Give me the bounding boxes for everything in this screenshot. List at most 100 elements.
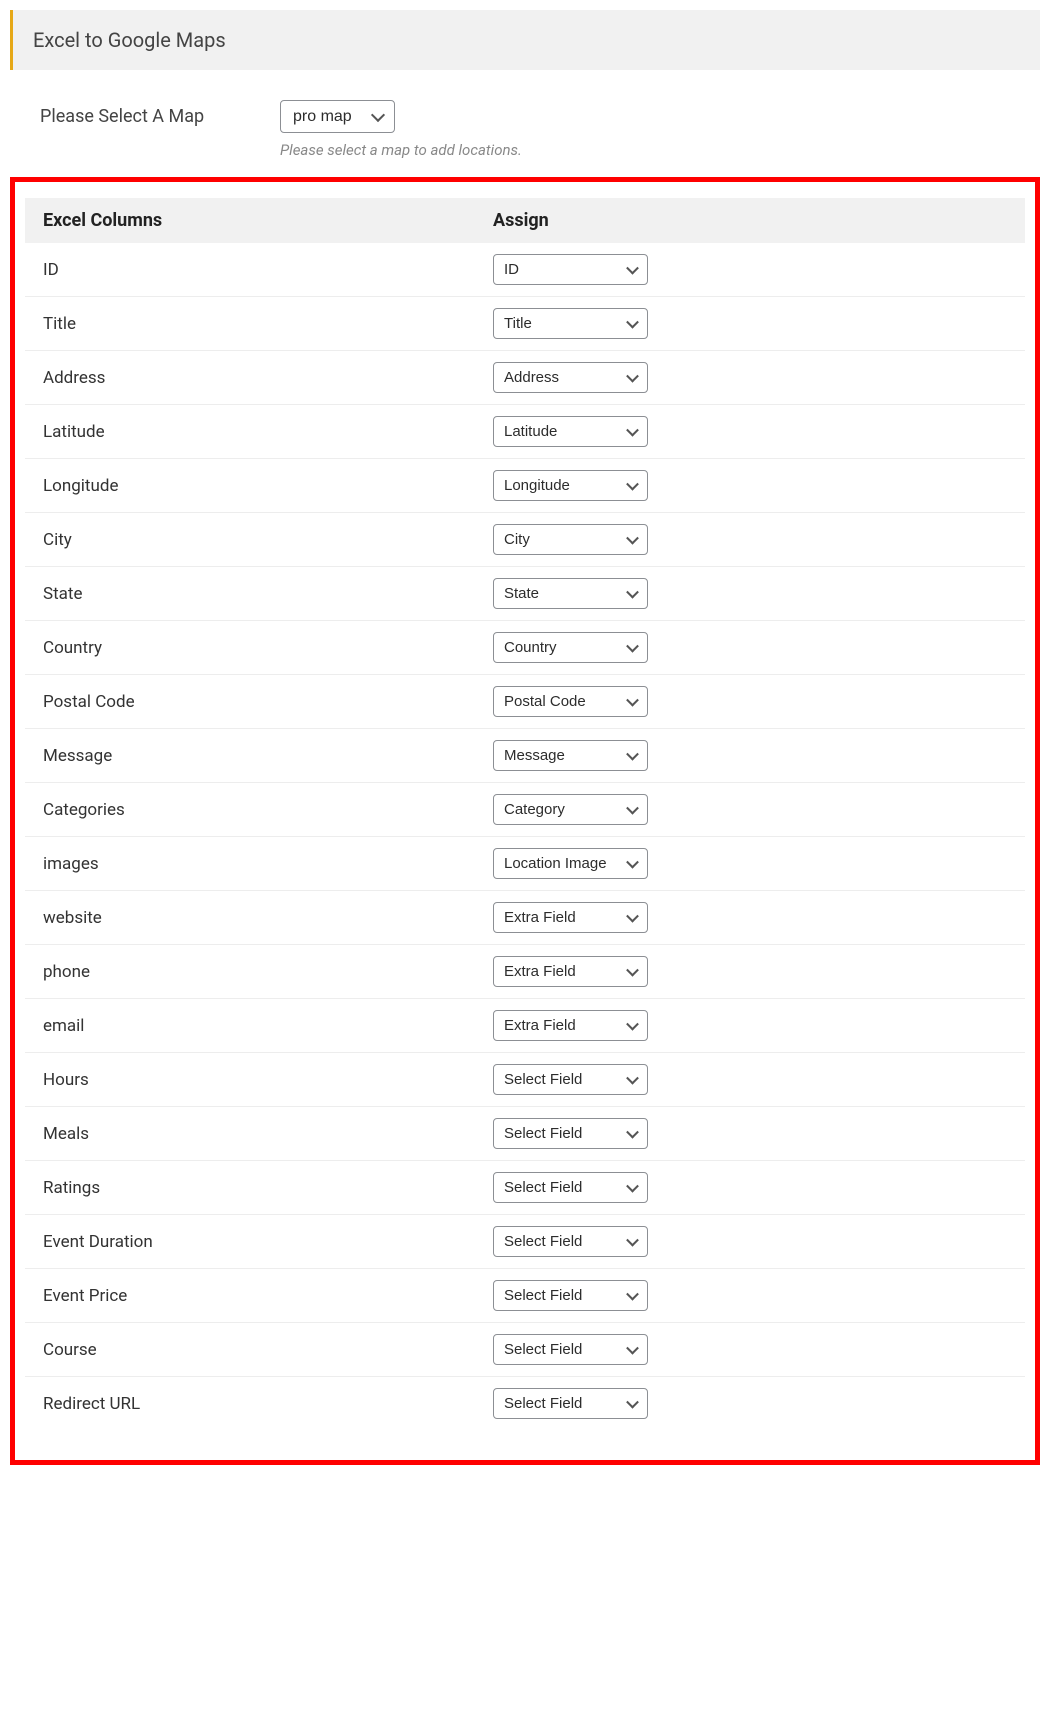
assign-select[interactable]: Extra Field [493, 956, 648, 987]
column-header-assign: Assign [475, 198, 1025, 243]
assign-cell: State [475, 567, 1025, 621]
excel-column-cell: Course [25, 1323, 475, 1377]
assign-select[interactable]: Select Field [493, 1118, 648, 1149]
table-row: Longitude Longitude [25, 459, 1025, 513]
excel-column-cell: Hours [25, 1053, 475, 1107]
table-row: Event Price Select Field [25, 1269, 1025, 1323]
assign-select[interactable]: Message [493, 740, 648, 771]
assign-select[interactable]: City [493, 524, 648, 555]
assign-cell: Select Field [475, 1215, 1025, 1269]
excel-column-cell: Meals [25, 1107, 475, 1161]
assign-cell: Longitude [475, 459, 1025, 513]
table-row: Event Duration Select Field [25, 1215, 1025, 1269]
excel-column-cell: Message [25, 729, 475, 783]
assign-select[interactable]: Longitude [493, 470, 648, 501]
table-row: phone Extra Field [25, 945, 1025, 999]
page-header: Excel to Google Maps [10, 10, 1040, 70]
excel-column-cell: email [25, 999, 475, 1053]
excel-column-cell: Latitude [25, 405, 475, 459]
excel-column-cell: Event Price [25, 1269, 475, 1323]
assign-select-wrap: Title [493, 308, 648, 339]
assign-select[interactable]: Select Field [493, 1334, 648, 1365]
excel-column-cell: Postal Code [25, 675, 475, 729]
table-row: Ratings Select Field [25, 1161, 1025, 1215]
excel-column-cell: images [25, 837, 475, 891]
assign-select[interactable]: Latitude [493, 416, 648, 447]
map-select-row: Please Select A Map pro map [0, 100, 1050, 133]
assign-select-wrap: State [493, 578, 648, 609]
assign-select-wrap: Country [493, 632, 648, 663]
assign-select[interactable]: Select Field [493, 1280, 648, 1311]
assign-select[interactable]: Select Field [493, 1172, 648, 1203]
assign-cell: Select Field [475, 1161, 1025, 1215]
excel-column-cell: State [25, 567, 475, 621]
assign-cell: Select Field [475, 1269, 1025, 1323]
assign-select-wrap: Select Field [493, 1172, 648, 1203]
assign-select-wrap: Category [493, 794, 648, 825]
excel-column-cell: Longitude [25, 459, 475, 513]
assign-select-wrap: Extra Field [493, 902, 648, 933]
assign-cell: Latitude [475, 405, 1025, 459]
assign-cell: Select Field [475, 1107, 1025, 1161]
assign-select[interactable]: Select Field [493, 1064, 648, 1095]
assign-cell: Extra Field [475, 999, 1025, 1053]
assign-select[interactable]: Postal Code [493, 686, 648, 717]
assign-cell: Country [475, 621, 1025, 675]
assign-cell: Select Field [475, 1053, 1025, 1107]
assign-select-wrap: Select Field [493, 1118, 648, 1149]
excel-column-cell: ID [25, 243, 475, 297]
table-row: Latitude Latitude [25, 405, 1025, 459]
mapping-table: Excel Columns Assign IDIDTitleTitleAddre… [25, 198, 1025, 1430]
assign-cell: Location Image [475, 837, 1025, 891]
assign-select[interactable]: Select Field [493, 1226, 648, 1257]
assign-select[interactable]: Extra Field [493, 902, 648, 933]
excel-column-cell: Address [25, 351, 475, 405]
assign-select[interactable]: Title [493, 308, 648, 339]
assign-select[interactable]: Extra Field [493, 1010, 648, 1041]
table-row: Course Select Field [25, 1323, 1025, 1377]
assign-cell: ID [475, 243, 1025, 297]
assign-cell: Select Field [475, 1377, 1025, 1431]
assign-select-wrap: Select Field [493, 1334, 648, 1365]
table-row: Address Address [25, 351, 1025, 405]
assign-cell: Extra Field [475, 891, 1025, 945]
table-row: websiteExtra Field [25, 891, 1025, 945]
excel-column-cell: phone [25, 945, 475, 999]
excel-column-cell: Event Duration [25, 1215, 475, 1269]
assign-select[interactable]: ID [493, 254, 648, 285]
table-row: ID ID [25, 243, 1025, 297]
assign-select[interactable]: Country [493, 632, 648, 663]
mapping-table-frame: Excel Columns Assign IDIDTitleTitleAddre… [10, 177, 1040, 1465]
table-row: images Location Image [25, 837, 1025, 891]
assign-select-wrap: Select Field [493, 1388, 648, 1419]
table-row: Meals Select Field [25, 1107, 1025, 1161]
assign-select[interactable]: Select Field [493, 1388, 648, 1419]
assign-select-wrap: Address [493, 362, 648, 393]
assign-select-wrap: ID [493, 254, 648, 285]
assign-cell: Category [475, 783, 1025, 837]
excel-column-cell: City [25, 513, 475, 567]
table-row: State State [25, 567, 1025, 621]
table-row: email Extra Field [25, 999, 1025, 1053]
assign-cell: Select Field [475, 1323, 1025, 1377]
assign-select-wrap: Extra Field [493, 1010, 648, 1041]
excel-column-cell: Redirect URL [25, 1377, 475, 1431]
table-row: Redirect URL Select Field [25, 1377, 1025, 1431]
excel-column-cell: Ratings [25, 1161, 475, 1215]
assign-select-wrap: Location Image [493, 848, 648, 879]
assign-select-wrap: City [493, 524, 648, 555]
table-row: Postal Code Postal Code [25, 675, 1025, 729]
assign-cell: Title [475, 297, 1025, 351]
map-select[interactable]: pro map [280, 100, 395, 133]
assign-select-wrap: Latitude [493, 416, 648, 447]
assign-select[interactable]: Location Image [493, 848, 648, 879]
map-select-hint: Please select a map to add locations. [0, 141, 1050, 159]
assign-select[interactable]: Address [493, 362, 648, 393]
assign-select[interactable]: State [493, 578, 648, 609]
assign-select-wrap: Extra Field [493, 956, 648, 987]
assign-cell: Extra Field [475, 945, 1025, 999]
table-row: Message Message [25, 729, 1025, 783]
excel-column-cell: Country [25, 621, 475, 675]
excel-column-cell: Categories [25, 783, 475, 837]
assign-select[interactable]: Category [493, 794, 648, 825]
